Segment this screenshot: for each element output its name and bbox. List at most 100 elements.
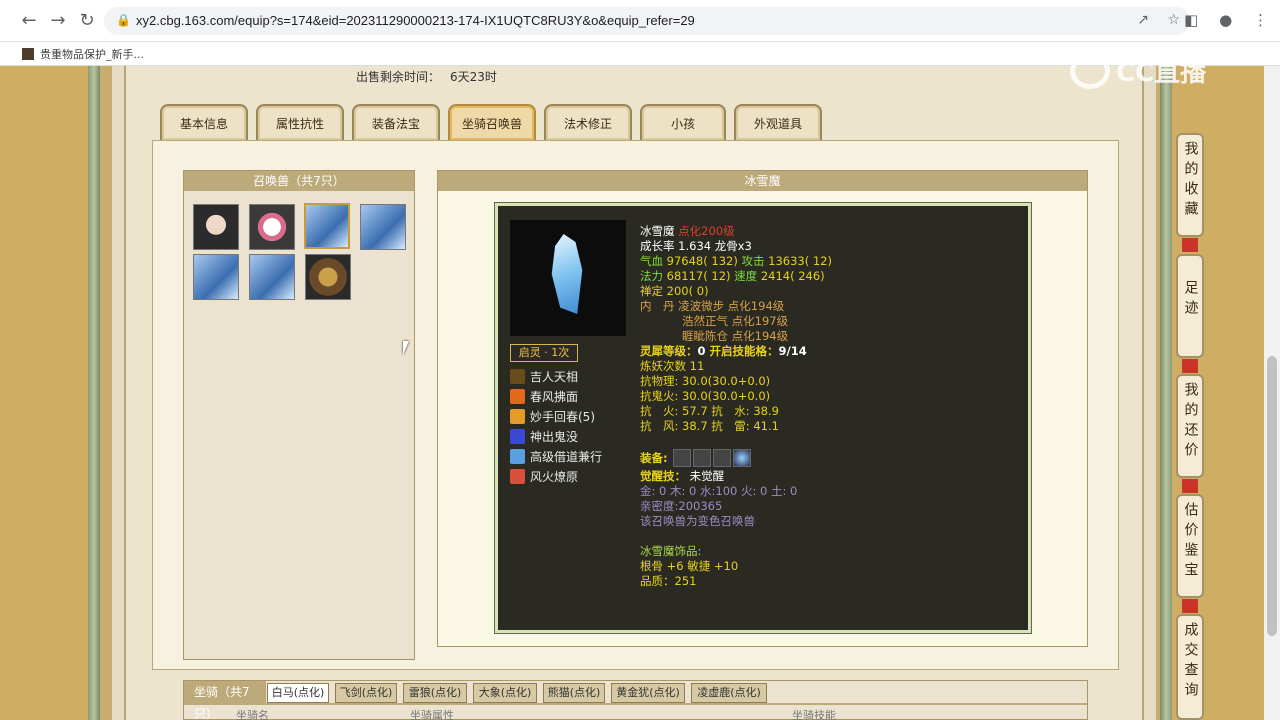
mount-tab-underline [184, 703, 1087, 705]
variant-note: 该召唤兽为变色召唤兽 [640, 514, 755, 528]
skill-icon [510, 469, 525, 484]
skill-icon [510, 429, 525, 444]
tab-equipment[interactable]: 装备法宝 [352, 104, 440, 140]
tab-mount-summon[interactable]: 坐骑召唤兽 [448, 104, 536, 140]
skill-item[interactable]: 吉人天相 [510, 368, 578, 386]
mp-label: 法力 [640, 269, 663, 283]
sidebar-icon[interactable]: ◧ [1184, 11, 1198, 29]
mp-value: 68117( 12) [666, 269, 731, 283]
bookmark-item[interactable]: 贵重物品保护_新手... [22, 46, 144, 62]
summon-avatar[interactable] [360, 204, 406, 250]
menu-icon[interactable]: ⋮ [1253, 11, 1268, 29]
mount-tab[interactable]: 凌虚鹿(点化) [691, 683, 767, 703]
forward-icon[interactable]: → [47, 10, 69, 32]
speed-label: 速度 [734, 269, 758, 283]
summon-portrait [510, 220, 626, 336]
side-button-label: 我的还价 [1182, 382, 1199, 462]
side-separator [1182, 359, 1198, 373]
summon-detail-card: 启灵 · 1次 吉人天相 春风拂面 妙手回春(5) 神出鬼没 高级借道兼行 风火… [495, 203, 1031, 633]
skill-label: 高级借道兼行 [530, 450, 603, 464]
resist-ghostfire: 抗鬼火: 30.0(30.0+0.0) [640, 389, 771, 403]
lock-icon: 🔒 [116, 13, 131, 27]
summon-detail-title: 冰雪魔 [438, 171, 1087, 191]
address-bar[interactable]: 🔒 xy2.cbg.163.com/equip?s=174&eid=202311… [104, 7, 1190, 35]
tab-spell-mod[interactable]: 法术修正 [544, 104, 632, 140]
mount-tab[interactable]: 雷狼(点化) [403, 683, 467, 703]
mount-tab[interactable]: 黄金犹(点化) [611, 683, 685, 703]
mount-col-name: 坐骑名 [236, 709, 269, 720]
tab-child[interactable]: 小孩 [640, 104, 726, 140]
skill-item[interactable]: 风火燎原 [510, 468, 578, 486]
summon-avatar[interactable] [249, 254, 295, 300]
mount-tab[interactable]: 熊猫(点化) [543, 683, 605, 703]
scrollbar-thumb[interactable] [1267, 356, 1277, 636]
side-button-label: 估价鉴宝 [1182, 502, 1199, 582]
skill-label: 风火燎原 [530, 470, 579, 484]
hp-value: 97648( 132) [666, 254, 738, 268]
back-icon[interactable]: ← [18, 10, 40, 32]
summon-list-title: 召唤兽（共7只） [184, 171, 414, 191]
watermark-logo-icon [1070, 53, 1110, 89]
ornament-quality: 品质：251 [640, 574, 697, 588]
stream-watermark: CC直播 [1070, 52, 1206, 89]
attack-value: 13633( 12) [768, 254, 832, 268]
side-button-counter-offer[interactable]: 我的还价 [1176, 374, 1204, 478]
tab-appearance[interactable]: 外观道具 [734, 104, 822, 140]
profile-icon[interactable]: ● [1219, 11, 1232, 29]
side-button-appraisal[interactable]: 估价鉴宝 [1176, 494, 1204, 598]
skill-item[interactable]: 春风拂面 [510, 388, 578, 406]
summon-name: 冰雪魔 [640, 224, 675, 238]
summon-avatar[interactable] [305, 254, 351, 300]
skill-slot-label: 开启技能格： [709, 344, 779, 358]
element-values: 金: 0 木: 0 水:100 火: 0 土: 0 [640, 484, 798, 498]
zen-value: 禅定 200( 0) [640, 284, 709, 298]
left-border-decoration [0, 66, 100, 720]
equipment-label: 装备: [640, 451, 668, 465]
watermark-text: CC直播 [1116, 58, 1207, 88]
side-button-label: 足迹 [1182, 280, 1199, 320]
side-button-label: 我的收藏 [1182, 141, 1199, 221]
skill-icon [510, 409, 525, 424]
tab-basic-info[interactable]: 基本信息 [160, 104, 248, 140]
side-button-favorites[interactable]: 我的收藏 [1176, 133, 1204, 237]
side-separator [1182, 599, 1198, 613]
mount-tab[interactable]: 飞剑(点化) [335, 683, 397, 703]
url-text[interactable]: xy2.cbg.163.com/equip?s=174&eid=20231129… [136, 13, 695, 28]
side-button-footprint[interactable]: 足迹 [1176, 254, 1204, 358]
mouse-cursor-icon [403, 341, 409, 355]
scrollbar[interactable] [1264, 66, 1280, 720]
equipment-slot-icon[interactable] [713, 449, 732, 467]
skill-label: 神出鬼没 [530, 430, 579, 444]
skill-item[interactable]: 神出鬼没 [510, 428, 578, 446]
refine-count: 炼妖次数 11 [640, 359, 705, 373]
mount-tab[interactable]: 白马(点化) [267, 683, 329, 703]
summon-avatar[interactable] [249, 204, 295, 250]
summon-avatar-selected[interactable] [304, 203, 350, 249]
speed-value: 2414( 246) [760, 269, 825, 283]
equipment-slot-icon[interactable] [693, 449, 712, 467]
equipment-slot-icon[interactable] [673, 449, 692, 467]
side-button-label: 成交查询 [1182, 622, 1199, 702]
inner-core-item: 凌波微步 点化194级 [678, 299, 785, 313]
tab-attributes[interactable]: 属性抗性 [256, 104, 344, 140]
mount-section: 坐骑（共7只） 白马(点化) 飞剑(点化) 雷狼(点化) 大象(点化) 熊猫(点… [183, 680, 1088, 720]
mount-tab[interactable]: 大象(点化) [473, 683, 537, 703]
share-icon[interactable]: ↗ [1137, 12, 1149, 28]
bookmark-label: 贵重物品保护_新手... [40, 48, 144, 61]
spirit-badge: 启灵 · 1次 [510, 344, 578, 362]
resist-fire-water: 抗 火: 57.7 抗 水: 38.9 [640, 404, 779, 418]
skill-item[interactable]: 高级借道兼行 [510, 448, 602, 466]
intimacy-value: 亲密度:200365 [640, 499, 723, 513]
reload-icon[interactable]: ↻ [76, 10, 98, 32]
resist-wind-thunder: 抗 风: 38.7 抗 雷: 41.1 [640, 419, 779, 433]
side-button-transactions[interactable]: 成交查询 [1176, 614, 1204, 720]
summon-avatar[interactable] [193, 254, 239, 300]
ice-demon-image [551, 234, 583, 314]
soul-level-value: 0 [697, 344, 706, 358]
equipment-slot-icon[interactable] [733, 449, 752, 467]
summon-stats: 冰雪魔 点化200级 成长率 1.634 龙骨x3 气血 97648( 132)… [640, 224, 1020, 589]
skill-item[interactable]: 妙手回春(5) [510, 408, 595, 426]
skill-label: 春风拂面 [530, 390, 579, 404]
skill-label: 妙手回春(5) [530, 410, 595, 424]
summon-avatar[interactable] [193, 204, 239, 250]
